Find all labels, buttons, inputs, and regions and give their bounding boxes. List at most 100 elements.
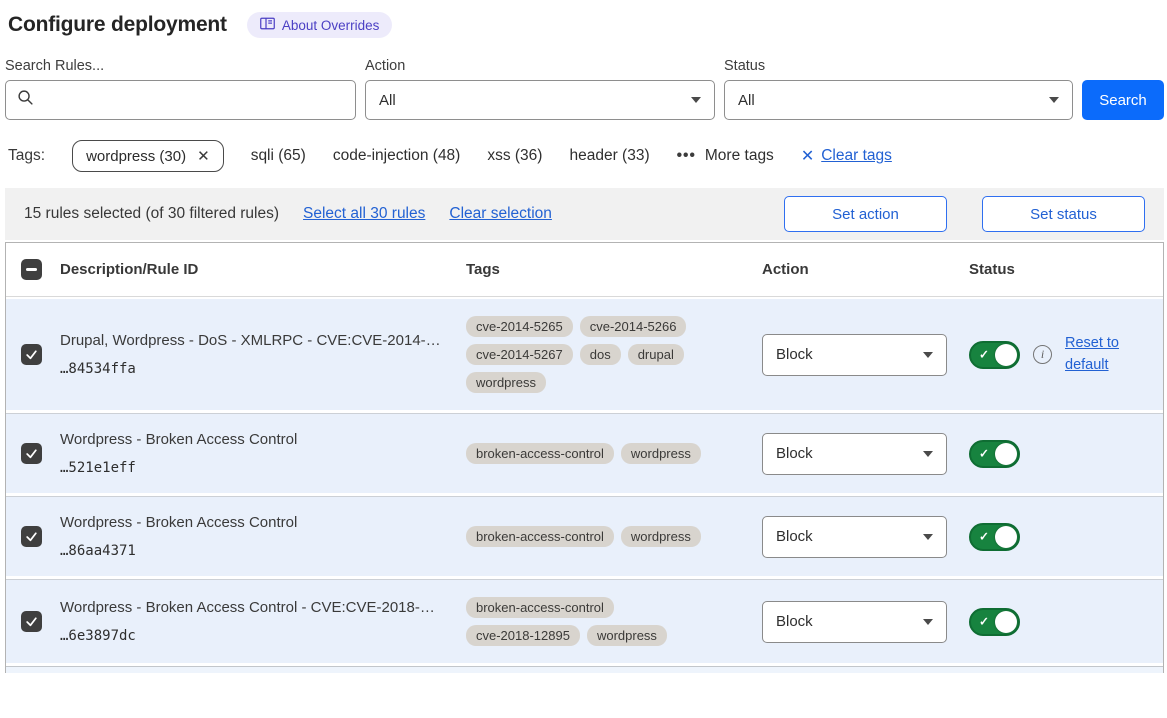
tags-cell: broken-access-control wordpress [466, 443, 762, 464]
rule-tag: cve-2014-5266 [580, 316, 687, 337]
status-toggle[interactable]: ✓ [969, 341, 1020, 369]
status-toggle[interactable]: ✓ [969, 608, 1020, 636]
clear-tags-link[interactable]: ✕ Clear tags [801, 146, 892, 166]
rule-action-select[interactable]: Block [762, 601, 947, 643]
rule-tag: dos [580, 344, 621, 365]
check-icon: ✓ [979, 529, 989, 543]
row-checkbox-cell [6, 526, 60, 547]
tag-sqli[interactable]: sqli (65) [251, 147, 306, 165]
set-status-button[interactable]: Set status [982, 196, 1145, 232]
clear-tags-x-icon: ✕ [801, 146, 814, 166]
table-row: Wordpress - Broken Access Control - CVE:… [6, 579, 1163, 663]
status-toggle[interactable]: ✓ [969, 440, 1020, 468]
rule-tag: cve-2014-5267 [466, 344, 573, 365]
tag-xss[interactable]: xss (36) [487, 147, 542, 165]
indeterminate-icon [26, 268, 37, 271]
status-filter-value: All [738, 92, 755, 109]
chevron-down-icon [923, 451, 933, 457]
search-input-box[interactable] [5, 80, 356, 120]
header-checkbox-cell [6, 259, 60, 280]
column-header-description: Description/Rule ID [60, 261, 466, 278]
search-input[interactable] [43, 92, 344, 109]
rule-tag: wordpress [466, 372, 546, 393]
book-icon [260, 17, 275, 33]
rules-table: Description/Rule ID Tags Action Status D… [5, 242, 1164, 673]
column-header-tags: Tags [466, 261, 762, 278]
about-overrides-label: About Overrides [282, 18, 380, 33]
rule-action-value: Block [776, 445, 813, 462]
select-all-rules-link[interactable]: Select all 30 rules [303, 205, 425, 223]
row-checkbox-cell [6, 611, 60, 632]
remove-tag-icon[interactable]: ✕ [197, 147, 210, 165]
status-filter-select[interactable]: All [724, 80, 1073, 120]
table-row: Wordpress - Broken Access Control …86aa4… [6, 496, 1163, 576]
clear-selection-link[interactable]: Clear selection [449, 205, 552, 223]
chevron-down-icon [691, 97, 701, 103]
tags-cell: cve-2014-5265 cve-2014-5266 cve-2014-526… [466, 316, 762, 393]
set-action-button[interactable]: Set action [784, 196, 947, 232]
action-filter-value: All [379, 92, 396, 109]
rule-action-select[interactable]: Block [762, 334, 947, 376]
status-field: Status All [724, 58, 1073, 120]
action-cell: Block [762, 516, 969, 558]
rule-action-select[interactable]: Block [762, 433, 947, 475]
row-checkbox-cell [6, 443, 60, 464]
action-cell: Block [762, 334, 969, 376]
configure-deployment-page: Configure deployment About Overrides Sea… [0, 0, 1167, 673]
chevron-down-icon [923, 534, 933, 540]
row-checkbox-cell [6, 344, 60, 365]
rule-action-value: Block [776, 346, 813, 363]
toggle-knob [995, 344, 1017, 366]
selected-tag-wordpress[interactable]: wordpress (30) ✕ [72, 140, 224, 172]
check-icon [25, 530, 38, 543]
rule-tag: broken-access-control [466, 443, 614, 464]
action-cell: Block [762, 433, 969, 475]
tags-cell: broken-access-control wordpress [466, 526, 762, 547]
rule-description: Drupal, Wordpress - DoS - XMLRPC - CVE:C… [60, 332, 448, 349]
selection-summary: 15 rules selected (of 30 filtered rules) [24, 205, 279, 223]
tag-header[interactable]: header (33) [569, 147, 649, 165]
page-title: Configure deployment [8, 13, 227, 37]
info-icon[interactable]: i [1033, 345, 1052, 364]
search-field: Search Rules... [5, 58, 356, 120]
check-icon [25, 447, 38, 460]
about-overrides-badge[interactable]: About Overrides [247, 12, 393, 38]
row-checkbox[interactable] [21, 344, 42, 365]
table-row: Wordpress - Broken Access Control …521e1… [6, 413, 1163, 493]
more-tags-label: More tags [705, 147, 774, 165]
rule-description: Wordpress - Broken Access Control - CVE:… [60, 599, 448, 616]
status-cell: ✓ [969, 523, 1163, 551]
description-cell: Drupal, Wordpress - DoS - XMLRPC - CVE:C… [60, 332, 466, 377]
rule-tag: wordpress [621, 443, 701, 464]
check-icon [25, 615, 38, 628]
search-button[interactable]: Search [1082, 80, 1164, 120]
rule-tag: broken-access-control [466, 526, 614, 547]
tag-line: cve-2018-12895 wordpress [466, 625, 762, 646]
reset-to-default-link[interactable]: Reset to default [1065, 333, 1127, 377]
rule-id: …6e3897dc [60, 628, 448, 644]
status-label: Status [724, 58, 1073, 74]
chevron-down-icon [1049, 97, 1059, 103]
row-checkbox[interactable] [21, 526, 42, 547]
action-filter-select[interactable]: All [365, 80, 715, 120]
rule-tag: broken-access-control [466, 597, 614, 618]
rule-action-value: Block [776, 613, 813, 630]
check-icon [25, 348, 38, 361]
row-checkbox[interactable] [21, 611, 42, 632]
status-toggle[interactable]: ✓ [969, 523, 1020, 551]
row-checkbox[interactable] [21, 443, 42, 464]
tag-line: cve-2014-5267 dos drupal [466, 344, 762, 365]
tag-code-injection[interactable]: code-injection (48) [333, 147, 461, 165]
status-cell: ✓ i Reset to default [969, 333, 1163, 377]
rule-action-select[interactable]: Block [762, 516, 947, 558]
tags-bar: Tags: wordpress (30) ✕ sqli (65) code-in… [8, 140, 1164, 172]
rule-id: …84534ffa [60, 361, 448, 377]
search-icon [17, 89, 34, 111]
more-tags-button[interactable]: ••• More tags [677, 147, 774, 165]
rule-id: …521e1eff [60, 460, 448, 476]
select-all-checkbox[interactable] [21, 259, 42, 280]
description-cell: Wordpress - Broken Access Control - CVE:… [60, 599, 466, 644]
action-cell: Block [762, 601, 969, 643]
table-header-row: Description/Rule ID Tags Action Status [6, 243, 1163, 297]
rule-tag: wordpress [621, 526, 701, 547]
